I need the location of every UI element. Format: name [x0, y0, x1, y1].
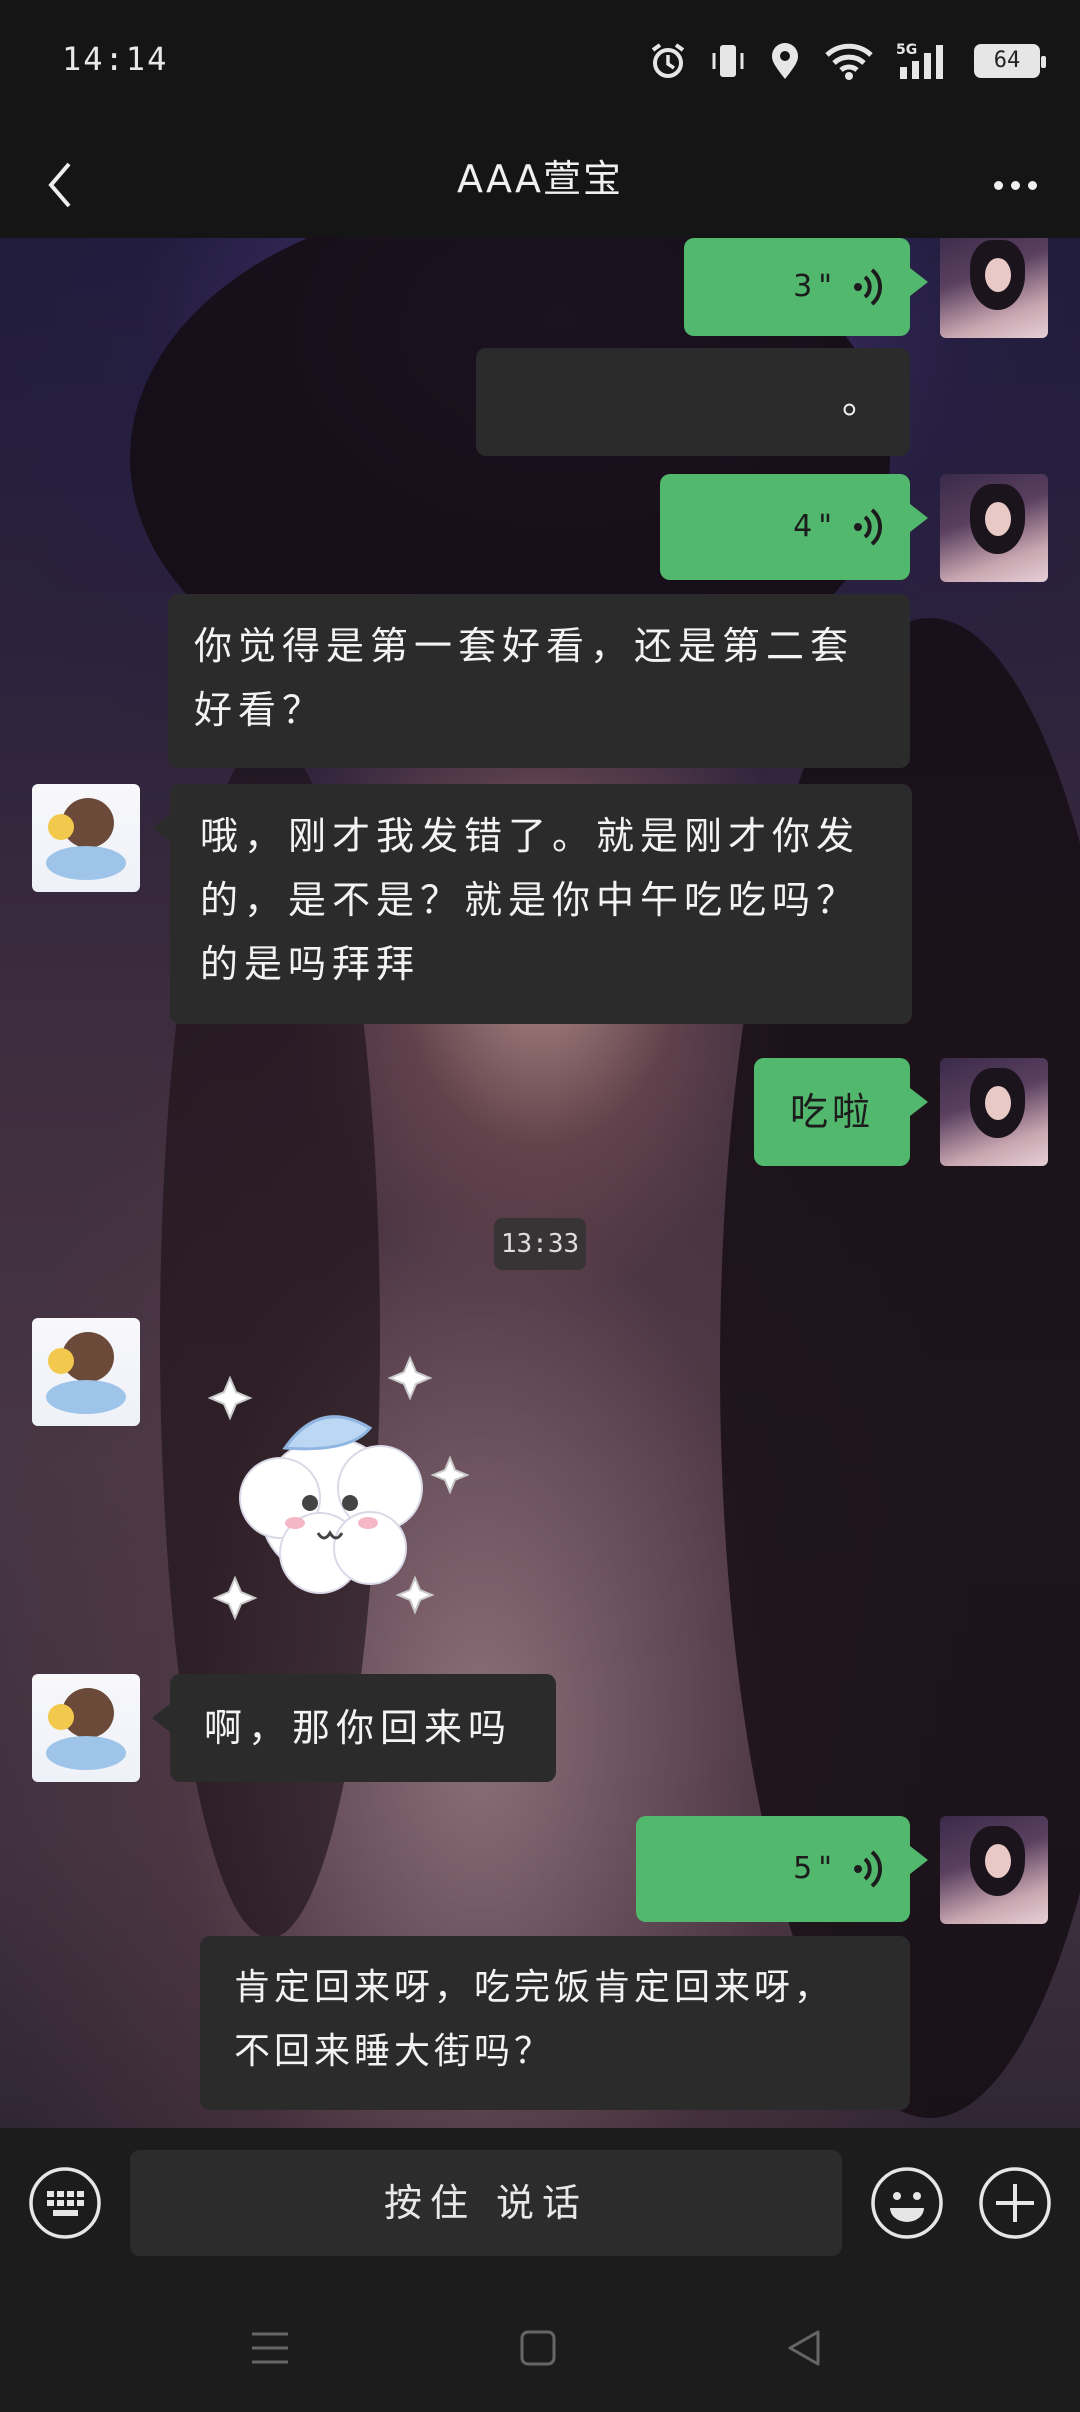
timestamp: 13:33 [494, 1218, 586, 1270]
vibrate-icon [712, 45, 744, 77]
chat-title: AAA萱宝 [456, 157, 624, 201]
text-message[interactable]: 吃啦 [754, 1058, 928, 1166]
message-line: 你觉得是第一套好看，还是第二套 [194, 624, 855, 668]
menu-button[interactable] [240, 2318, 300, 2378]
more-button[interactable] [980, 160, 1050, 210]
menu-icon [252, 2332, 288, 2364]
emoji-icon [871, 2167, 943, 2239]
plus-icon [979, 2167, 1051, 2239]
chat-header: AAA萱宝 [0, 130, 1080, 238]
message-text: 。 [841, 378, 886, 422]
message-text: 啊，那你回来吗 [204, 1706, 513, 1750]
contact-avatar[interactable] [32, 784, 140, 892]
voice-duration: 4" [793, 509, 838, 544]
status-icons: 5G 64 [648, 36, 1046, 86]
battery-level: 64 [993, 48, 1021, 73]
text-message[interactable]: 肯定回来呀，吃完饭肯定回来呀， 不回来睡大街吗？ [200, 1936, 910, 2110]
text-message[interactable]: 哦，刚才我发错了。就是刚才你发 的，是不是？就是你中午吃吃吗？ 的是吗拜拜 [152, 784, 912, 1024]
voice-wave-icon [854, 508, 883, 546]
home-icon [520, 2330, 556, 2366]
contact-avatar[interactable] [32, 1674, 140, 1782]
voice-message[interactable]: 5" [636, 1816, 928, 1922]
my-avatar[interactable] [940, 1816, 1048, 1924]
home-button[interactable] [508, 2318, 568, 2378]
voice-duration: 3" [793, 269, 838, 304]
contact-avatar[interactable] [32, 1318, 140, 1426]
more-dots-icon [993, 180, 1003, 190]
voice-wave-icon [854, 268, 883, 306]
text-message[interactable]: 啊，那你回来吗 [152, 1674, 556, 1782]
message-text: 吃啦 [789, 1090, 874, 1134]
alarm-icon [651, 43, 685, 78]
text-message[interactable]: 。 [476, 348, 910, 456]
voice-duration: 5" [793, 1851, 838, 1886]
voice-message[interactable]: 3" [684, 238, 928, 336]
status-bar: 14:14 5G 64 [0, 0, 1080, 130]
my-avatar[interactable] [940, 1058, 1048, 1166]
message-line: 的，是不是？就是你中午吃吃吗？ [200, 878, 861, 922]
message-line: 肯定回来呀，吃完饭肯定回来呀， [234, 1967, 835, 2008]
voice-wave-icon [854, 1850, 883, 1888]
network-label: 5G [896, 42, 917, 58]
emoji-button[interactable] [870, 2166, 944, 2240]
message-line: 不回来睡大街吗？ [234, 2031, 555, 2072]
system-navigation [0, 2278, 1080, 2412]
hold-to-talk-button[interactable]: 按住 说话 [130, 2150, 842, 2256]
status-time: 14:14 [62, 40, 169, 78]
keyboard-icon [29, 2167, 101, 2239]
text-message[interactable]: 你觉得是第一套好看，还是第二套 好看？ [168, 594, 910, 768]
message-line: 哦，刚才我发错了。就是刚才你发 [200, 814, 861, 858]
voice-message[interactable]: 4" [660, 474, 928, 580]
my-avatar[interactable] [940, 238, 1048, 338]
signal-5g-icon: 5G [896, 42, 943, 79]
back-nav-button[interactable] [774, 2318, 834, 2378]
back-triangle-icon [788, 2330, 820, 2366]
cloud-sticker-icon[interactable] [200, 1338, 490, 1628]
location-icon [772, 43, 798, 79]
battery-icon: 64 [974, 44, 1046, 78]
message-line: 的是吗拜拜 [200, 942, 421, 986]
my-avatar[interactable] [940, 474, 1048, 582]
plus-button[interactable] [978, 2166, 1052, 2240]
keyboard-button[interactable] [28, 2166, 102, 2240]
message-line: 好看？ [194, 688, 327, 732]
wifi-icon [825, 43, 873, 80]
input-bar: 按住 说话 [0, 2128, 1080, 2278]
chat-area[interactable]: 3" 。 4" 你觉得是第一套好看，还是第二套 好看？ 哦，刚才我发错了。就是刚… [0, 238, 1080, 2128]
